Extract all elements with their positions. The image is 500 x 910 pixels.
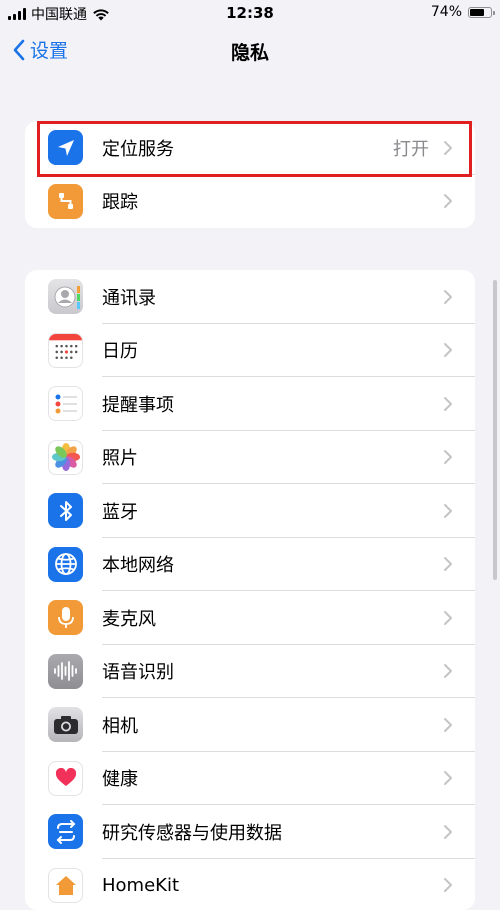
calendar-icon bbox=[48, 333, 83, 368]
chevron-right-icon bbox=[443, 289, 453, 305]
chevron-right-icon bbox=[443, 556, 453, 572]
chevron-right-icon bbox=[443, 449, 453, 465]
status-bar: 中国联通 12:38 74% bbox=[0, 0, 500, 26]
camera-row[interactable]: 相机 bbox=[25, 698, 475, 752]
page-title: 隐私 bbox=[0, 38, 500, 65]
calendar-row[interactable]: 日历 bbox=[25, 324, 475, 378]
globe-icon bbox=[48, 547, 83, 582]
research-sensor-row[interactable]: 研究传感器与使用数据 bbox=[25, 805, 475, 859]
local-network-label: 本地网络 bbox=[102, 551, 174, 577]
battery-icon bbox=[468, 7, 492, 18]
status-bar-right: 74% bbox=[431, 4, 492, 20]
contacts-row[interactable]: 通讯录 bbox=[25, 270, 475, 324]
battery-fill bbox=[470, 9, 484, 16]
chevron-right-icon bbox=[443, 140, 453, 156]
chevron-right-icon bbox=[443, 770, 453, 786]
location-services-value: 打开 bbox=[393, 135, 429, 161]
local-network-row[interactable]: 本地网络 bbox=[25, 538, 475, 592]
navigation-bar: 设置 隐私 bbox=[0, 26, 500, 76]
tracking-label: 跟踪 bbox=[102, 188, 138, 214]
health-row[interactable]: 健康 bbox=[25, 752, 475, 806]
chevron-right-icon bbox=[443, 877, 453, 893]
settings-group-location: 定位服务 打开 跟踪 bbox=[25, 121, 475, 228]
chevron-right-icon bbox=[443, 342, 453, 358]
health-label: 健康 bbox=[102, 765, 138, 791]
settings-group-permissions: 通讯录 日历 提醒事项 bbox=[25, 270, 475, 910]
homekit-row[interactable]: HomeKit bbox=[25, 859, 475, 910]
research-sensor-label: 研究传感器与使用数据 bbox=[102, 819, 282, 845]
home-icon bbox=[48, 868, 83, 903]
tracking-icon bbox=[48, 184, 83, 219]
chevron-right-icon bbox=[443, 396, 453, 412]
bluetooth-row[interactable]: 蓝牙 bbox=[25, 484, 475, 538]
scrollbar[interactable] bbox=[493, 280, 497, 580]
chevron-right-icon bbox=[443, 717, 453, 733]
bluetooth-label: 蓝牙 bbox=[102, 498, 138, 524]
heart-icon bbox=[48, 761, 83, 796]
speech-waveform-icon bbox=[48, 654, 83, 689]
location-services-label: 定位服务 bbox=[102, 135, 174, 161]
chevron-right-icon bbox=[443, 193, 453, 209]
reminders-label: 提醒事项 bbox=[102, 391, 174, 417]
chevron-right-icon bbox=[443, 610, 453, 626]
tracking-row[interactable]: 跟踪 bbox=[25, 175, 475, 229]
contacts-label: 通讯录 bbox=[102, 284, 156, 310]
camera-label: 相机 bbox=[102, 712, 138, 738]
photos-row[interactable]: 照片 bbox=[25, 431, 475, 485]
speech-recognition-row[interactable]: 语音识别 bbox=[25, 645, 475, 699]
location-arrow-icon bbox=[48, 130, 83, 165]
chevron-right-icon bbox=[443, 824, 453, 840]
chevron-right-icon bbox=[443, 503, 453, 519]
homekit-label: HomeKit bbox=[102, 875, 179, 896]
contacts-icon bbox=[48, 279, 83, 314]
location-services-row[interactable]: 定位服务 打开 bbox=[25, 121, 475, 175]
calendar-label: 日历 bbox=[102, 337, 138, 363]
chevron-right-icon bbox=[443, 663, 453, 679]
microphone-row[interactable]: 麦克风 bbox=[25, 591, 475, 645]
photos-label: 照片 bbox=[102, 444, 138, 470]
photos-icon bbox=[48, 440, 83, 475]
speech-recognition-label: 语音识别 bbox=[102, 658, 174, 684]
microphone-icon bbox=[48, 600, 83, 635]
battery-percent: 74% bbox=[431, 4, 462, 20]
bluetooth-icon bbox=[48, 493, 83, 528]
status-time: 12:38 bbox=[0, 4, 500, 22]
research-icon bbox=[48, 814, 83, 849]
reminders-row[interactable]: 提醒事项 bbox=[25, 377, 475, 431]
camera-icon bbox=[48, 707, 83, 742]
reminders-icon bbox=[48, 386, 83, 421]
microphone-label: 麦克风 bbox=[102, 605, 156, 631]
